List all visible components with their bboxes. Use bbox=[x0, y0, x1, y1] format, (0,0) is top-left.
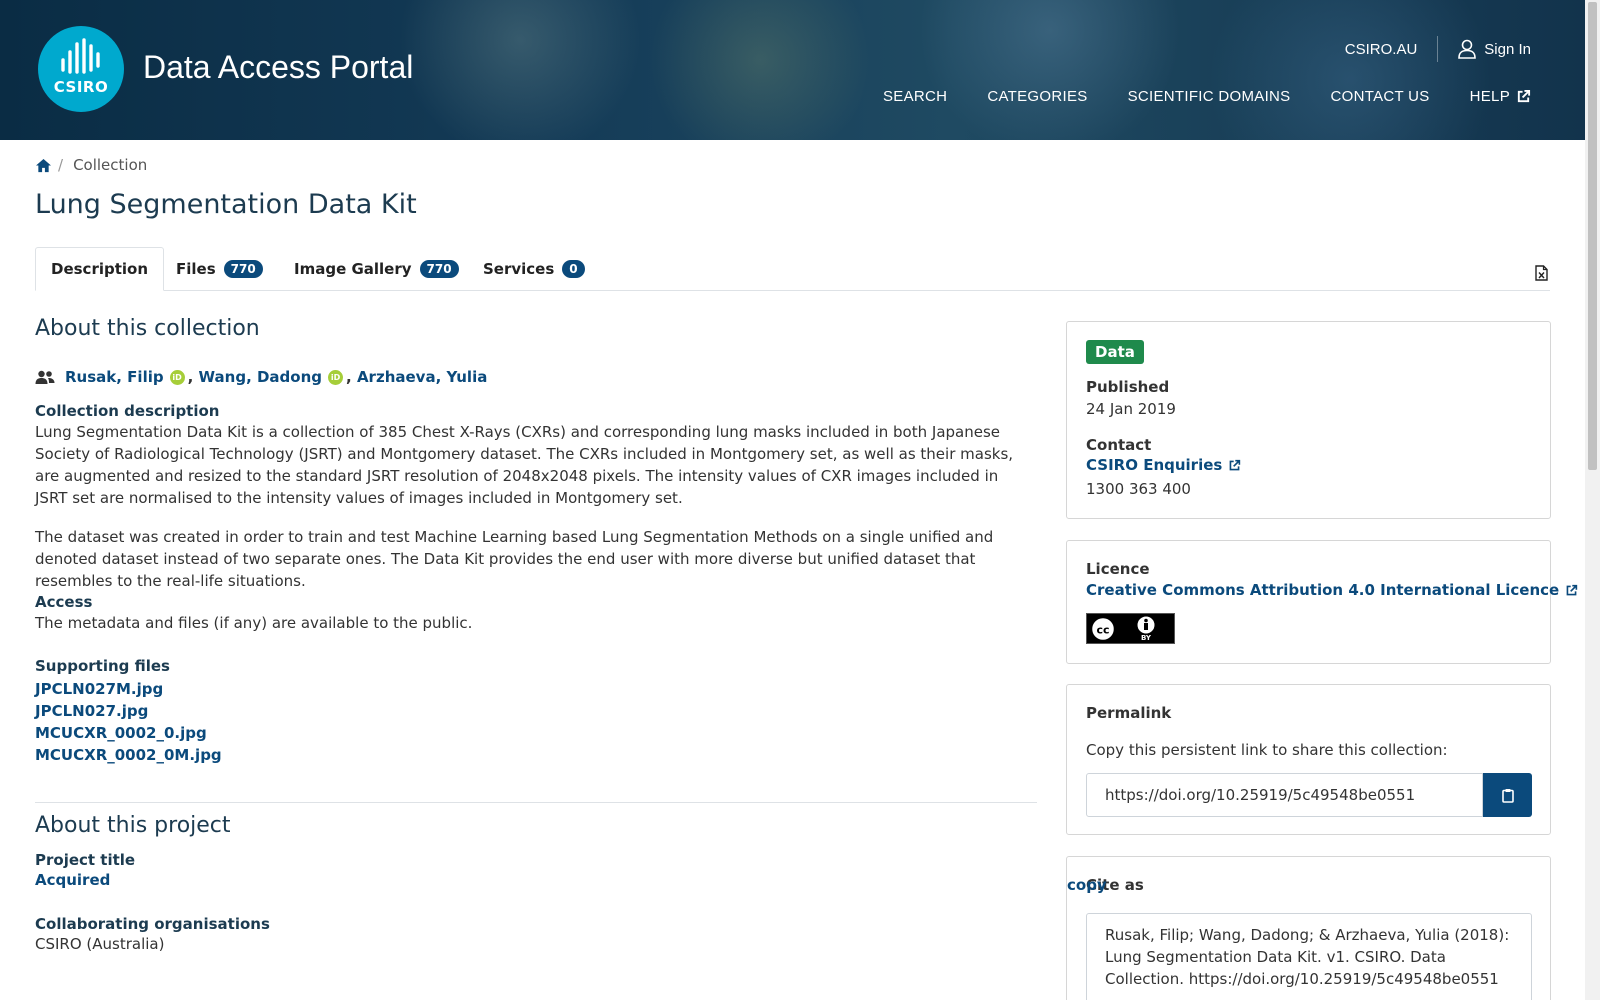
nav-categories[interactable]: CATEGORIES bbox=[987, 88, 1087, 105]
site-header: CSIRO Data Access Portal CSIRO.AU Sign I… bbox=[0, 0, 1585, 140]
project-title-label: Project title bbox=[35, 851, 136, 869]
author-separator: , bbox=[187, 368, 199, 386]
nav-scientific-domains[interactable]: SCIENTIFIC DOMAINS bbox=[1128, 88, 1291, 105]
permalink-card: Permalink Copy this persistent link to s… bbox=[1066, 684, 1551, 835]
nav-help[interactable]: HELP bbox=[1470, 88, 1531, 105]
author-link-arzhaeva[interactable]: Arzhaeva, Yulia bbox=[357, 368, 487, 386]
contact-label: Contact bbox=[1086, 436, 1152, 454]
tab-description-label: Description bbox=[51, 260, 149, 278]
cc-by-label: BY bbox=[1140, 634, 1152, 642]
services-count-badge: 0 bbox=[562, 260, 585, 278]
tab-image-gallery-label: Image Gallery bbox=[294, 260, 412, 278]
author-separator: , bbox=[346, 368, 357, 386]
authors-list: Rusak, Filip iD, Wang, Dadong iD, Arzhae… bbox=[35, 368, 487, 386]
files-count-badge: 770 bbox=[223, 260, 263, 278]
project-title-link[interactable]: Acquired bbox=[35, 871, 110, 889]
collaborating-organisations-value: CSIRO (Australia) bbox=[35, 935, 165, 953]
licence-link-label: Creative Commons Attribution 4.0 Interna… bbox=[1086, 581, 1560, 599]
tab-services-label: Services bbox=[483, 260, 555, 278]
logo-text: CSIRO bbox=[53, 78, 109, 96]
page-title: Lung Segmentation Data Kit bbox=[35, 189, 417, 220]
tab-files-label: Files bbox=[176, 260, 216, 278]
top-links-divider bbox=[1437, 36, 1439, 62]
published-label: Published bbox=[1086, 378, 1170, 396]
cite-as-card: Cite as copy Rusak, Filip; Wang, Dadong;… bbox=[1066, 856, 1551, 1000]
licence-card: Licence Creative Commons Attribution 4.0… bbox=[1066, 540, 1578, 664]
external-link-icon bbox=[1566, 584, 1578, 595]
section-divider bbox=[35, 802, 1037, 803]
sign-in-label: Sign In bbox=[1484, 40, 1531, 58]
sign-in-link[interactable]: Sign In bbox=[1458, 39, 1531, 59]
csiro-au-link[interactable]: CSIRO.AU bbox=[1345, 41, 1418, 58]
tab-services[interactable]: Services 0 bbox=[483, 247, 585, 291]
orcid-icon[interactable]: iD bbox=[328, 369, 344, 385]
breadcrumb: / Collection bbox=[35, 156, 147, 174]
external-link-icon bbox=[1229, 459, 1241, 470]
users-icon bbox=[35, 370, 55, 384]
collaborating-organisations-label: Collaborating organisations bbox=[35, 915, 270, 933]
tab-files[interactable]: Files 770 bbox=[176, 247, 263, 291]
collection-description-label: Collection description bbox=[35, 402, 220, 420]
supporting-files-list: JPCLN027M.jpg JPCLN027.jpg MCUCXR_0002_0… bbox=[35, 678, 222, 766]
orcid-icon[interactable]: iD bbox=[169, 369, 185, 385]
copy-citation-link[interactable]: copy bbox=[1067, 876, 1531, 894]
author-link-rusak[interactable]: Rusak, Filip bbox=[65, 368, 164, 386]
main-nav: SEARCH CATEGORIES SCIENTIFIC DOMAINS CON… bbox=[883, 88, 1531, 105]
permalink-input-group: https://doi.org/10.25919/5c49548be0551 bbox=[1086, 773, 1532, 817]
cc-by-licence-badge[interactable]: cc BY bbox=[1086, 613, 1175, 644]
supporting-file-link[interactable]: MCUCXR_0002_0M.jpg bbox=[35, 744, 222, 766]
citation-textarea[interactable]: Rusak, Filip; Wang, Dadong; & Arzhaeva, … bbox=[1086, 913, 1532, 1000]
licence-label: Licence bbox=[1086, 560, 1150, 578]
collection-description-paragraph-1: Lung Segmentation Data Kit is a collecti… bbox=[35, 423, 1014, 507]
supporting-file-link[interactable]: JPCLN027.jpg bbox=[35, 700, 222, 722]
export-file-icon[interactable] bbox=[1535, 265, 1548, 281]
about-project-heading: About this project bbox=[35, 813, 231, 838]
collection-description-paragraph-2: The dataset was created in order to trai… bbox=[35, 528, 994, 590]
access-label: Access bbox=[35, 593, 93, 611]
published-date: 24 Jan 2019 bbox=[1086, 400, 1176, 418]
nav-contact-us[interactable]: CONTACT US bbox=[1330, 88, 1429, 105]
external-link-icon bbox=[1517, 89, 1531, 103]
permalink-input[interactable]: https://doi.org/10.25919/5c49548be0551 bbox=[1086, 773, 1483, 817]
tab-description[interactable]: Description bbox=[35, 247, 165, 291]
clipboard-icon bbox=[1501, 788, 1514, 803]
supporting-file-link[interactable]: MCUCXR_0002_0.jpg bbox=[35, 722, 222, 744]
tab-image-gallery[interactable]: Image Gallery 770 bbox=[294, 247, 459, 291]
attribution-icon: BY bbox=[1118, 614, 1174, 643]
top-links: CSIRO.AU Sign In bbox=[1345, 36, 1531, 62]
home-icon[interactable] bbox=[35, 158, 52, 173]
nav-search[interactable]: SEARCH bbox=[883, 88, 947, 105]
csiro-logo[interactable]: CSIRO bbox=[38, 26, 124, 112]
page-scrollbar[interactable] bbox=[1585, 0, 1600, 1000]
tab-bar: Description Files 770 Image Gallery 770 … bbox=[35, 247, 1550, 291]
contact-link[interactable]: CSIRO Enquiries bbox=[1086, 456, 1241, 474]
contact-link-label: CSIRO Enquiries bbox=[1086, 456, 1223, 474]
scrollbar-thumb[interactable] bbox=[1588, 2, 1597, 470]
creative-commons-icon: cc bbox=[1087, 614, 1118, 643]
site-title[interactable]: Data Access Portal bbox=[143, 49, 413, 86]
breadcrumb-separator: / bbox=[58, 156, 64, 174]
licence-link[interactable]: Creative Commons Attribution 4.0 Interna… bbox=[1086, 581, 1578, 599]
image-gallery-count-badge: 770 bbox=[419, 260, 459, 278]
data-type-pill: Data bbox=[1086, 340, 1144, 364]
contact-phone: 1300 363 400 bbox=[1086, 480, 1191, 498]
csiro-logo-bars-icon bbox=[61, 38, 100, 74]
user-icon bbox=[1458, 39, 1477, 59]
svg-text:cc: cc bbox=[1096, 623, 1109, 636]
nav-help-label: HELP bbox=[1469, 88, 1510, 105]
about-collection-heading: About this collection bbox=[35, 316, 260, 341]
permalink-label: Permalink bbox=[1086, 704, 1172, 722]
breadcrumb-current: Collection bbox=[73, 156, 148, 174]
supporting-file-link[interactable]: JPCLN027M.jpg bbox=[35, 678, 222, 700]
access-text: The metadata and files (if any) are avai… bbox=[35, 614, 473, 632]
supporting-files-label: Supporting files bbox=[35, 657, 170, 675]
author-link-wang[interactable]: Wang, Dadong bbox=[199, 368, 323, 386]
permalink-hint: Copy this persistent link to share this … bbox=[1086, 741, 1448, 759]
summary-card: Data Published 24 Jan 2019 Contact CSIRO… bbox=[1066, 321, 1551, 519]
copy-permalink-button[interactable] bbox=[1483, 773, 1532, 817]
